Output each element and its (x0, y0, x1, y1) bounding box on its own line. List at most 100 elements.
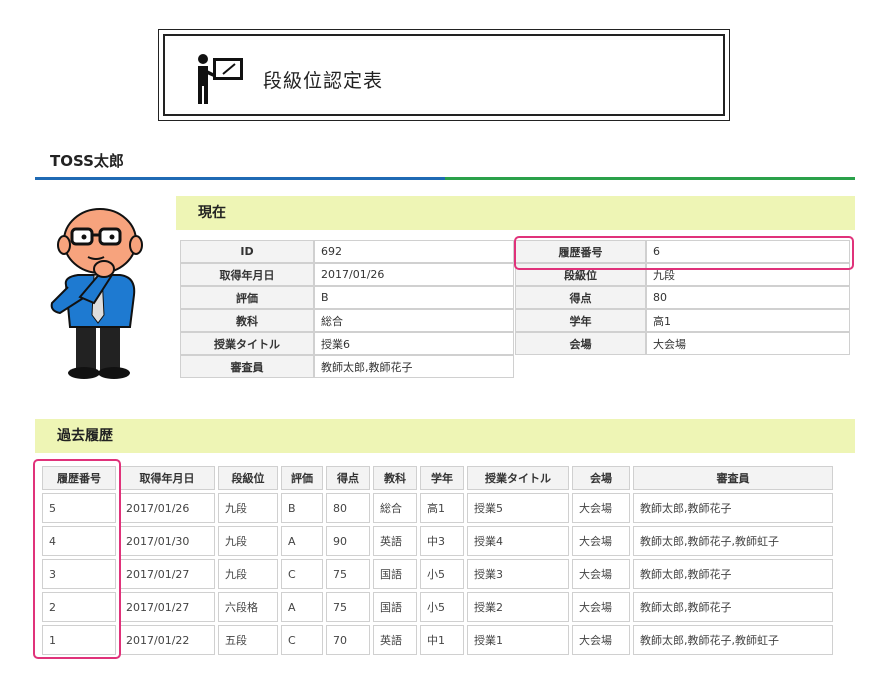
cell-venue: 大会場 (572, 592, 630, 622)
cell-rank: 九段 (218, 526, 278, 556)
table-row: 2 2017/01/27 六段格 A 75 国語 小5 授業2 大会場 教師太郎… (42, 592, 833, 622)
current-value: 高1 (646, 309, 850, 332)
current-row-date: 取得年月日 2017/01/26 (180, 263, 514, 286)
table-row: 1 2017/01/22 五段 C 70 英語 中1 授業1 大会場 教師太郎,… (42, 625, 833, 655)
current-value: 総合 (314, 309, 514, 332)
cell-judges: 教師太郎,教師花子 (633, 559, 833, 589)
table-row: 3 2017/01/27 九段 C 75 国語 小5 授業3 大会場 教師太郎,… (42, 559, 833, 589)
cell-date: 2017/01/27 (119, 592, 215, 622)
current-label: 授業タイトル (180, 332, 314, 355)
title-box: 段級位認定表 (158, 29, 730, 121)
cell-grade: 小5 (420, 592, 464, 622)
cell-subject: 英語 (373, 526, 417, 556)
cell-lesson: 授業2 (467, 592, 569, 622)
cell-date: 2017/01/30 (119, 526, 215, 556)
current-row-lesson: 授業タイトル 授業6 (180, 332, 514, 355)
current-row-score: 得点 80 (515, 286, 850, 309)
current-row-venue: 会場 大会場 (515, 332, 850, 355)
col-judges: 審査員 (633, 466, 833, 490)
thinking-man-avatar (50, 208, 143, 379)
current-value: 大会場 (646, 332, 850, 355)
cell-lesson: 授業4 (467, 526, 569, 556)
current-row-judges: 審査員 教師太郎,教師花子 (180, 355, 514, 378)
highlight-current-history-no (514, 236, 854, 270)
current-label: 得点 (515, 286, 646, 309)
cell-rank: 五段 (218, 625, 278, 655)
divider-green (445, 177, 855, 180)
cell-score: 75 (326, 592, 370, 622)
cell-venue: 大会場 (572, 559, 630, 589)
cell-judges: 教師太郎,教師花子 (633, 493, 833, 523)
cell-lesson: 授業3 (467, 559, 569, 589)
highlight-history-no-column (33, 459, 121, 659)
user-name: TOSS太郎 (50, 152, 124, 170)
cell-judges: 教師太郎,教師花子,教師虹子 (633, 526, 833, 556)
cell-venue: 大会場 (572, 625, 630, 655)
col-venue: 会場 (572, 466, 630, 490)
current-row-subject: 教科 総合 (180, 309, 514, 332)
col-rating: 評価 (281, 466, 323, 490)
cell-lesson: 授業1 (467, 625, 569, 655)
current-label: 審査員 (180, 355, 314, 378)
cell-rating: A (281, 592, 323, 622)
current-label: 教科 (180, 309, 314, 332)
cell-grade: 中3 (420, 526, 464, 556)
current-label: 取得年月日 (180, 263, 314, 286)
current-info-left: ID 692 取得年月日 2017/01/26 評価 B 教科 総合 授業タイトル 授業6… (180, 240, 514, 378)
col-score: 得点 (326, 466, 370, 490)
col-subject: 教科 (373, 466, 417, 490)
cell-score: 75 (326, 559, 370, 589)
col-date: 取得年月日 (119, 466, 215, 490)
current-value: 2017/01/26 (314, 263, 514, 286)
cell-grade: 高1 (420, 493, 464, 523)
table-row: 4 2017/01/30 九段 A 90 英語 中3 授業4 大会場 教師太郎,… (42, 526, 833, 556)
col-lesson: 授業タイトル (467, 466, 569, 490)
cell-rank: 九段 (218, 559, 278, 589)
cell-rating: A (281, 526, 323, 556)
cell-rank: 六段格 (218, 592, 278, 622)
divider-blue (35, 177, 445, 180)
cell-judges: 教師太郎,教師花子 (633, 592, 833, 622)
cell-lesson: 授業5 (467, 493, 569, 523)
current-row-grade: 学年 高1 (515, 309, 850, 332)
current-row-id: ID 692 (180, 240, 514, 263)
history-table: 履歴番号 取得年月日 段級位 評価 得点 教科 学年 授業タイトル 会場 審査員… (39, 463, 836, 658)
cell-subject: 国語 (373, 592, 417, 622)
cell-venue: 大会場 (572, 493, 630, 523)
cell-grade: 中1 (420, 625, 464, 655)
cell-rank: 九段 (218, 493, 278, 523)
current-value: 授業6 (314, 332, 514, 355)
cell-rating: B (281, 493, 323, 523)
current-value: B (314, 286, 514, 309)
cell-subject: 総合 (373, 493, 417, 523)
cell-judges: 教師太郎,教師花子,教師虹子 (633, 625, 833, 655)
section-header-history: 過去履歴 (35, 419, 855, 453)
cell-grade: 小5 (420, 559, 464, 589)
page-title: 段級位認定表 (263, 70, 384, 92)
cell-date: 2017/01/27 (119, 559, 215, 589)
table-row: 5 2017/01/26 九段 B 80 総合 高1 授業5 大会場 教師太郎,… (42, 493, 833, 523)
current-label: ID (180, 240, 314, 263)
current-value: 692 (314, 240, 514, 263)
presenter-icon (198, 54, 243, 104)
cell-date: 2017/01/26 (119, 493, 215, 523)
current-row-rating: 評価 B (180, 286, 514, 309)
current-label: 会場 (515, 332, 646, 355)
cell-score: 90 (326, 526, 370, 556)
cell-venue: 大会場 (572, 526, 630, 556)
col-grade: 学年 (420, 466, 464, 490)
cell-subject: 国語 (373, 559, 417, 589)
cell-score: 70 (326, 625, 370, 655)
history-header-row: 履歴番号 取得年月日 段級位 評価 得点 教科 学年 授業タイトル 会場 審査員 (42, 466, 833, 490)
section-header-current: 現在 (176, 196, 855, 230)
current-label: 学年 (515, 309, 646, 332)
cell-rating: C (281, 625, 323, 655)
col-rank: 段級位 (218, 466, 278, 490)
cell-rating: C (281, 559, 323, 589)
current-label: 評価 (180, 286, 314, 309)
current-value: 80 (646, 286, 850, 309)
cell-subject: 英語 (373, 625, 417, 655)
current-value: 教師太郎,教師花子 (314, 355, 514, 378)
cell-score: 80 (326, 493, 370, 523)
cell-date: 2017/01/22 (119, 625, 215, 655)
